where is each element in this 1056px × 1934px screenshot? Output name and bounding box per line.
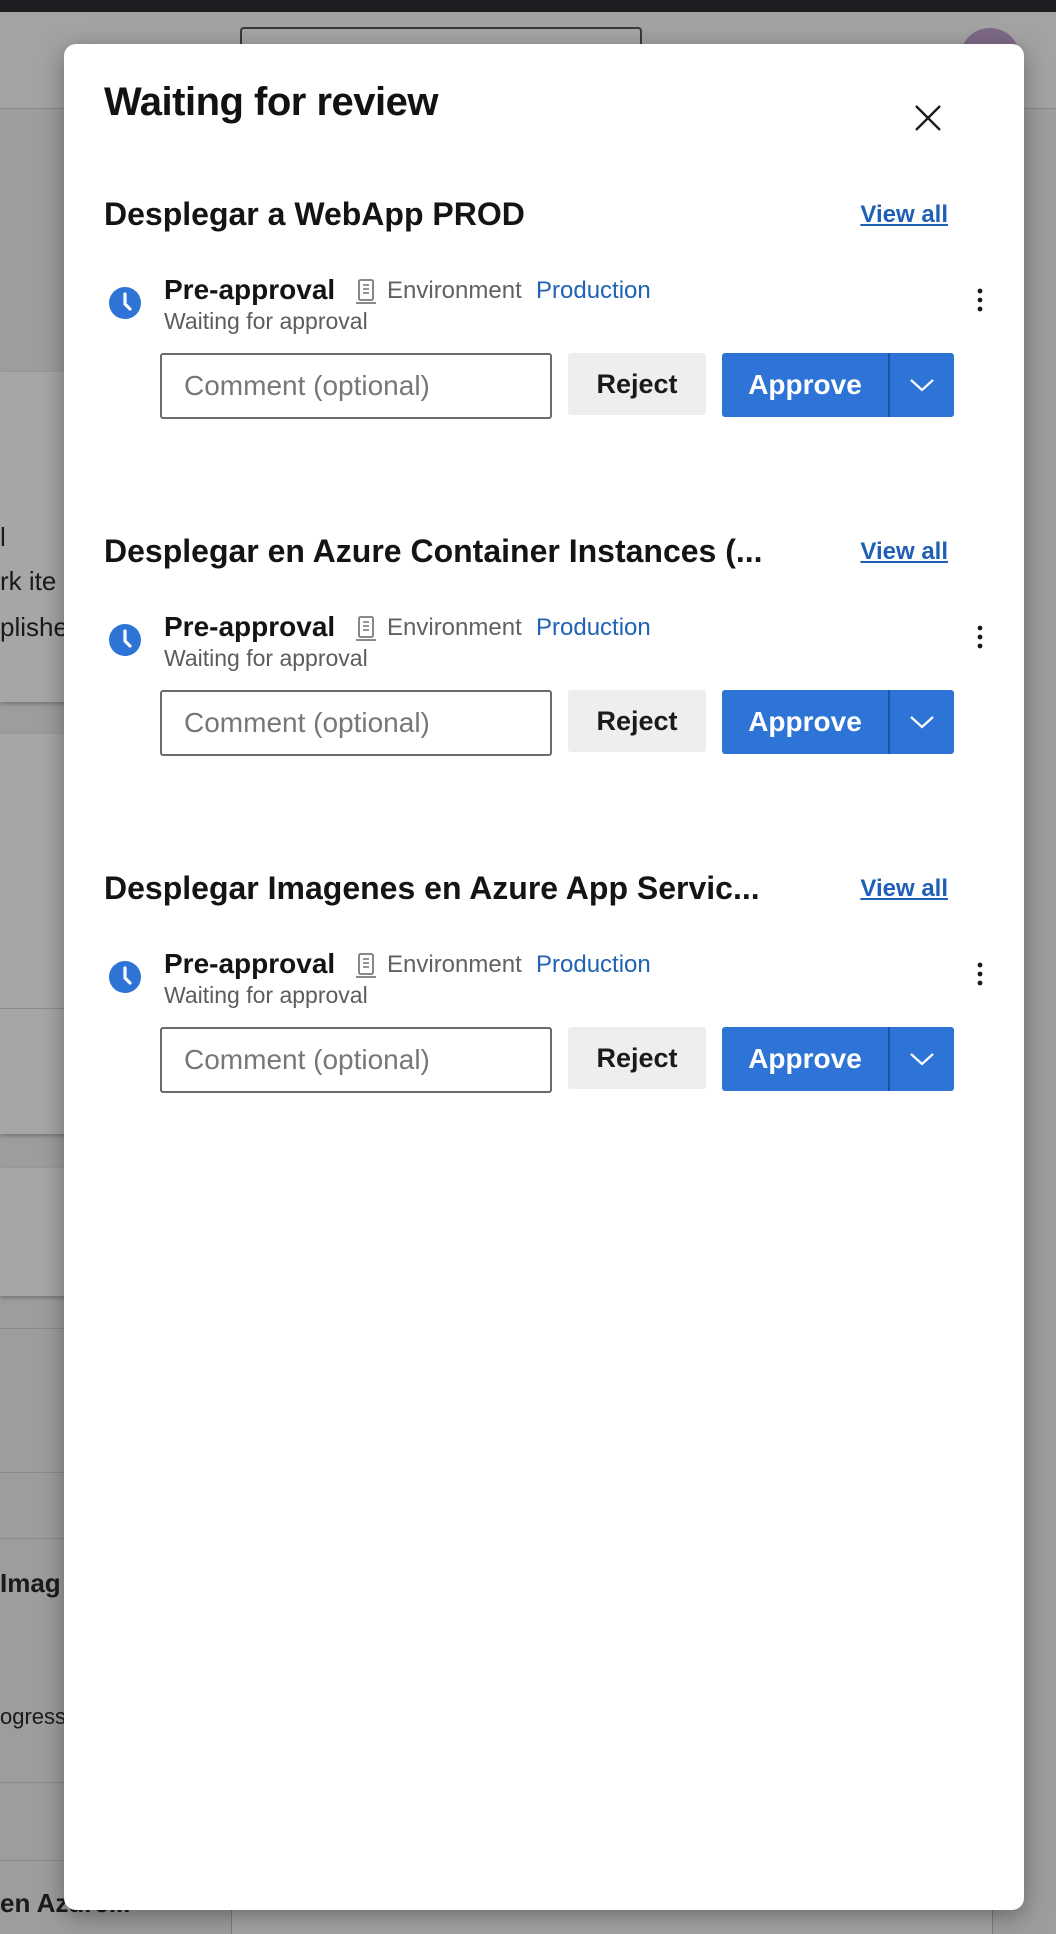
stage-status: Waiting for approval bbox=[164, 982, 368, 1008]
approve-split-button: Approve bbox=[722, 1027, 954, 1091]
section-title: Desplegar en Azure Container Instances (… bbox=[104, 533, 763, 569]
approve-dropdown-button[interactable] bbox=[890, 690, 954, 754]
view-all-link[interactable]: View all bbox=[860, 875, 948, 903]
approve-button[interactable]: Approve bbox=[722, 690, 888, 754]
divider bbox=[0, 1538, 70, 1539]
environment-link[interactable]: Production bbox=[536, 614, 651, 642]
review-section: Desplegar a WebApp PROD View all Pre-app… bbox=[104, 196, 984, 496]
approve-button[interactable]: Approve bbox=[722, 353, 888, 417]
top-bar bbox=[0, 0, 1056, 12]
divider bbox=[0, 1782, 70, 1783]
stage-status: Waiting for approval bbox=[164, 308, 368, 334]
divider bbox=[0, 1472, 70, 1473]
chevron-down-icon bbox=[910, 1053, 934, 1066]
approve-dropdown-button[interactable] bbox=[890, 353, 954, 417]
environment-link[interactable]: Production bbox=[536, 277, 651, 305]
review-section: Desplegar en Azure Container Instances (… bbox=[104, 533, 984, 833]
stage-name: Pre-approval bbox=[164, 274, 336, 305]
background-text: Imag bbox=[0, 1568, 61, 1598]
more-options-button[interactable] bbox=[970, 954, 990, 994]
background-text: l bbox=[0, 522, 6, 552]
background-text: ogress bbox=[0, 1704, 64, 1729]
stage-name: Pre-approval bbox=[164, 611, 336, 642]
environment-label: Environment bbox=[387, 277, 522, 304]
comment-input[interactable] bbox=[160, 690, 552, 756]
section-title: Desplegar a WebApp PROD bbox=[104, 196, 525, 232]
comment-input[interactable] bbox=[160, 353, 552, 419]
view-all-link[interactable]: View all bbox=[860, 201, 948, 229]
reject-button[interactable]: Reject bbox=[568, 1027, 706, 1089]
divider bbox=[0, 1860, 70, 1861]
background-text: plishe bbox=[0, 612, 64, 642]
clock-icon bbox=[109, 287, 141, 319]
approve-split-button: Approve bbox=[722, 690, 954, 754]
chevron-down-icon bbox=[910, 716, 934, 729]
approve-dropdown-button[interactable] bbox=[890, 1027, 954, 1091]
waiting-for-review-dialog: Waiting for review Desplegar a WebApp PR… bbox=[64, 44, 1024, 1910]
environment-icon bbox=[356, 616, 376, 641]
environment-label: Environment bbox=[387, 951, 522, 978]
review-section: Desplegar Imagenes en Azure App Servic..… bbox=[104, 870, 984, 1170]
section-title: Desplegar Imagenes en Azure App Servic..… bbox=[104, 870, 760, 906]
divider bbox=[0, 1328, 70, 1329]
reject-button[interactable]: Reject bbox=[568, 353, 706, 415]
more-options-button[interactable] bbox=[970, 617, 990, 657]
close-button[interactable] bbox=[906, 96, 950, 140]
background-card bbox=[0, 1168, 70, 1296]
environment-icon bbox=[356, 953, 376, 978]
stage-name: Pre-approval bbox=[164, 948, 336, 979]
background-text: rk ite bbox=[0, 566, 57, 596]
chevron-down-icon bbox=[910, 379, 934, 392]
clock-icon bbox=[109, 624, 141, 656]
background-card bbox=[0, 734, 70, 1134]
more-options-button[interactable] bbox=[970, 280, 990, 320]
divider bbox=[0, 1008, 70, 1009]
stage-status: Waiting for approval bbox=[164, 645, 368, 671]
environment-icon bbox=[356, 279, 376, 304]
approve-split-button: Approve bbox=[722, 353, 954, 417]
dialog-title: Waiting for review bbox=[104, 80, 439, 124]
close-icon bbox=[915, 105, 941, 131]
approve-button[interactable]: Approve bbox=[722, 1027, 888, 1091]
environment-link[interactable]: Production bbox=[536, 951, 651, 979]
environment-label: Environment bbox=[387, 614, 522, 641]
reject-button[interactable]: Reject bbox=[568, 690, 706, 752]
comment-input[interactable] bbox=[160, 1027, 552, 1093]
clock-icon bbox=[109, 961, 141, 993]
view-all-link[interactable]: View all bbox=[860, 538, 948, 566]
